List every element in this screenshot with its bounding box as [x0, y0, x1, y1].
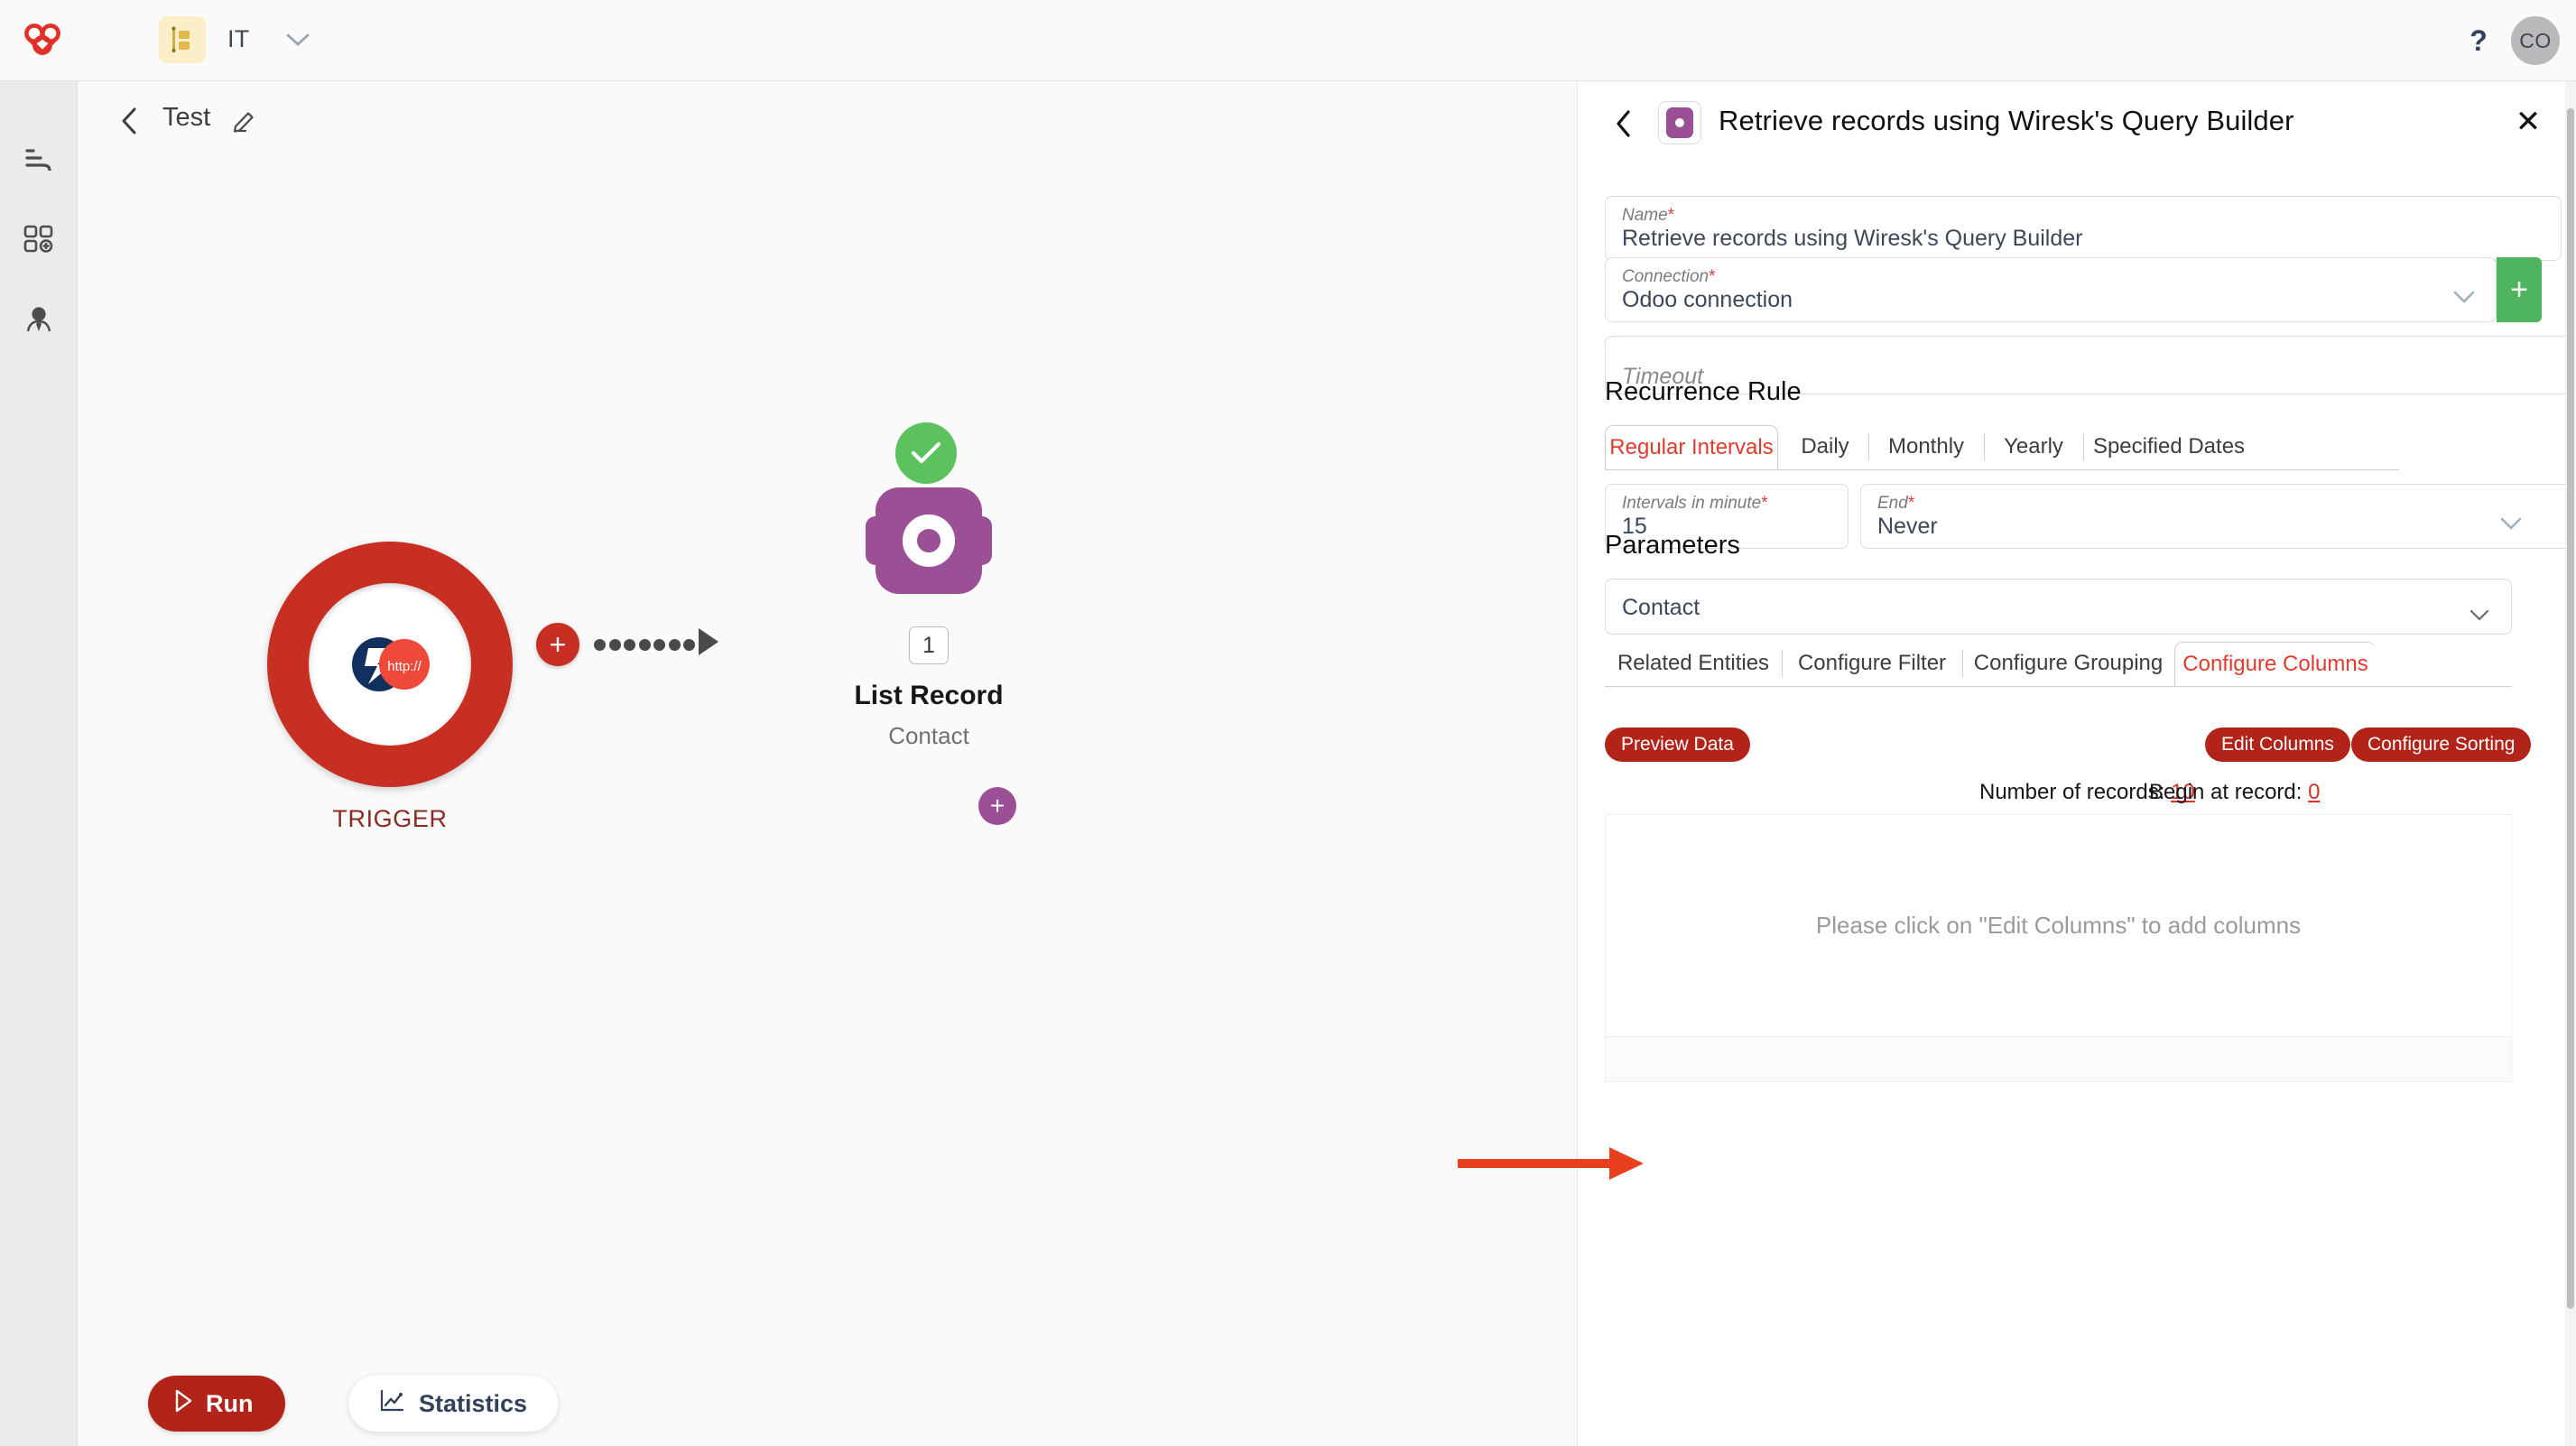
name-field[interactable]: Name* Retrieve records using Wiresk's Qu…: [1605, 196, 2562, 261]
recurrence-heading: Recurrence Rule: [1605, 377, 1802, 406]
name-field-value: Retrieve records using Wiresk's Query Bu…: [1622, 226, 2083, 251]
webhook-http-icon: http://: [350, 635, 433, 693]
panel-title: Retrieve records using Wiresk's Query Bu…: [1719, 105, 2294, 136]
avatar[interactable]: CO: [2511, 16, 2560, 65]
add-step-button[interactable]: +: [536, 623, 579, 666]
chevron-down-icon[interactable]: [2451, 283, 2478, 311]
step-config-panel: Retrieve records using Wiresk's Query Bu…: [1577, 81, 2576, 1446]
tab-configure-grouping[interactable]: Configure Grouping: [1962, 642, 2174, 685]
columns-preview-footer: [1605, 1037, 2512, 1082]
parameters-tabs: Related Entities Configure Filter Config…: [1605, 642, 2562, 687]
interval-minutes-label: Intervals in minute*: [1622, 494, 1768, 513]
panel-scrollbar-thumb[interactable]: [2567, 108, 2574, 1309]
add-connection-button[interactable]: +: [2497, 257, 2542, 322]
workspace-chip-icon[interactable]: [159, 16, 206, 63]
svg-text:http://: http://: [387, 659, 422, 674]
entity-select-value: Contact: [1622, 595, 1700, 620]
left-nav-rail: [0, 81, 78, 1446]
sidebar-item-apps[interactable]: [0, 207, 78, 272]
sidebar-item-workflows[interactable]: [0, 126, 78, 191]
tab-related-entities[interactable]: Related Entities: [1605, 642, 1782, 685]
close-icon[interactable]: ✕: [2509, 103, 2547, 141]
tab-configure-filter[interactable]: Configure Filter: [1782, 642, 1962, 685]
columns-empty-message: Please click on "Edit Columns" to add co…: [1815, 912, 2302, 939]
help-icon[interactable]: ?: [2459, 21, 2498, 60]
parameters-heading: Parameters: [1605, 531, 1740, 560]
node-subtitle: Contact: [888, 722, 969, 749]
list-record-node[interactable]: + 1 List Record Contact: [439, 244, 1016, 825]
step-number-badge: 1: [909, 626, 949, 664]
chevron-left-icon[interactable]: [1607, 107, 1641, 141]
add-step-after-button[interactable]: +: [978, 787, 1016, 825]
flow-canvas[interactable]: Test http:// TRIGGER + + 1 List Record C…: [78, 81, 1577, 1446]
connector-dots: [594, 635, 695, 653]
connector-arrowhead: [699, 628, 718, 655]
end-field-value: Never: [1877, 514, 1938, 539]
tab-specified-dates[interactable]: Specified Dates: [2083, 425, 2255, 468]
entity-select[interactable]: Contact: [1605, 579, 2512, 635]
tab-configure-columns[interactable]: Configure Columns: [2174, 642, 2376, 686]
workflow-graph: http:// TRIGGER + + 1 List Record Contac…: [78, 81, 1577, 1446]
odoo-icon: [866, 487, 992, 594]
user-icon: [26, 307, 51, 332]
connection-field-label: Connection*: [1622, 267, 1716, 286]
panel-body: Name* Retrieve records using Wiresk's Qu…: [1578, 168, 2576, 1446]
configure-sorting-button[interactable]: Configure Sorting: [2351, 728, 2532, 762]
panel-header: Retrieve records using Wiresk's Query Bu…: [1578, 81, 2576, 168]
chevron-down-icon[interactable]: [280, 23, 316, 56]
sidebar-item-user[interactable]: [0, 287, 78, 352]
name-field-label: Name*: [1622, 206, 1675, 225]
connection-field-value: Odoo connection: [1622, 287, 1793, 312]
tab-yearly[interactable]: Yearly: [1984, 425, 2083, 468]
tab-regular-intervals[interactable]: Regular Intervals: [1605, 425, 1778, 469]
connection-field[interactable]: Connection* Odoo connection: [1605, 257, 2497, 322]
node-title: List Record: [854, 681, 1004, 710]
check-icon: [895, 422, 957, 484]
odoo-icon: [1658, 101, 1701, 144]
preview-data-button[interactable]: Preview Data: [1605, 728, 1750, 762]
tab-monthly[interactable]: Monthly: [1868, 425, 1984, 468]
statistics-button-label: Statistics: [419, 1389, 528, 1417]
trigger-label: TRIGGER: [332, 805, 448, 832]
begin-at-record[interactable]: Begin at record: 0: [2149, 780, 2320, 805]
statistics-button[interactable]: Statistics: [348, 1376, 559, 1432]
apps-grid-icon: [23, 225, 53, 253]
workflows-icon: [25, 149, 51, 171]
workspace-name: IT: [227, 25, 250, 52]
run-button[interactable]: Run: [148, 1376, 286, 1432]
recurrence-tabs: Regular Intervals Daily Monthly Yearly S…: [1605, 425, 2399, 470]
end-field-label: End*: [1877, 494, 1915, 513]
chevron-down-icon[interactable]: [2497, 510, 2525, 537]
begin-at-record-value[interactable]: 0: [2308, 780, 2320, 804]
end-field[interactable]: End* Never: [1860, 484, 2576, 549]
edit-columns-button[interactable]: Edit Columns: [2205, 728, 2350, 762]
columns-preview-area[interactable]: Please click on "Edit Columns" to add co…: [1605, 814, 2512, 1037]
wiresk-logo-icon[interactable]: [16, 14, 69, 67]
chart-line-icon: [379, 1389, 404, 1419]
chevron-down-icon[interactable]: [2466, 601, 2493, 628]
tab-daily[interactable]: Daily: [1782, 425, 1868, 468]
play-icon: [173, 1389, 193, 1419]
run-button-label: Run: [206, 1389, 254, 1417]
top-bar: IT ? CO: [0, 0, 2576, 81]
